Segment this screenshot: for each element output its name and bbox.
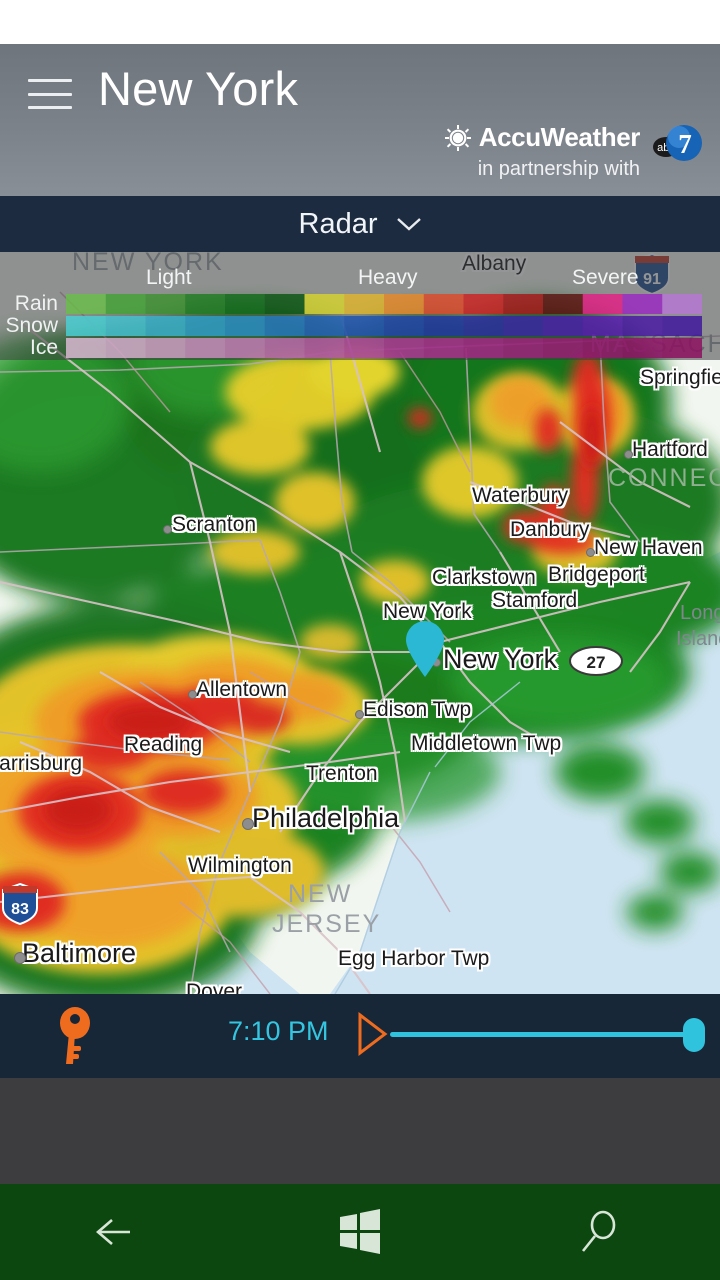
map-label-danbury: Danbury: [510, 518, 590, 541]
map-label-baltimore: Baltimore: [22, 938, 137, 968]
radar-layer-selector[interactable]: Radar: [0, 196, 720, 252]
key-icon[interactable]: [42, 1006, 100, 1066]
system-navigation-bar: [0, 1184, 720, 1280]
accuweather-brand: AccuWeather: [444, 122, 641, 153]
radar-legend: Light Heavy Severe Rain Snow Ice: [0, 252, 720, 360]
system-status-bar: [0, 0, 720, 44]
map-canvas: [0, 252, 720, 994]
map-label-connecticut: CONNEC: [608, 464, 720, 492]
page-title: New York: [98, 62, 299, 115]
search-icon: [581, 1210, 616, 1252]
city-dot-allentown: [188, 690, 197, 699]
legend-row-ice: Ice: [30, 336, 702, 359]
accuweather-brand-name: AccuWeather: [478, 122, 641, 152]
nav-search-button[interactable]: [480, 1184, 720, 1280]
nav-start-button[interactable]: [240, 1184, 480, 1280]
legend-row-label-rain: Rain: [14, 292, 58, 315]
svg-text:27: 27: [587, 653, 606, 672]
map-label-bridgeport: Bridgeport: [548, 563, 645, 586]
radar-frame-time: 7:10 PM: [228, 1016, 329, 1046]
map-label-harrisburg: Harrisburg: [0, 752, 83, 775]
accuweather-sun-icon: [444, 124, 471, 151]
map-label-stamford: Stamford: [492, 589, 578, 612]
city-dot-philadelphia: [242, 818, 254, 830]
map-label-reading: Reading: [124, 733, 203, 756]
city-dot-hartford: [624, 450, 633, 459]
radar-timeline-bar: 7:10 PM: [0, 994, 720, 1078]
legend-tick-heavy: Heavy: [358, 266, 418, 289]
map-label-island: Island: [676, 628, 720, 650]
abc7-logo: abc 7: [646, 120, 704, 170]
legend-rows: Rain Snow Ice: [5, 292, 702, 360]
windows-logo-icon: [340, 1209, 380, 1254]
map-label-new: NEW: [288, 880, 353, 908]
nav-back-button[interactable]: [0, 1184, 240, 1280]
radar-layer-label: Radar: [298, 207, 378, 240]
svg-text:83: 83: [11, 901, 29, 918]
legend-tick-light: Light: [146, 266, 192, 289]
app-root: New York AccuWeather in partnership with…: [0, 0, 720, 1280]
map-label-philadelphia: Philadelphia: [252, 803, 400, 833]
map-label-clarkstown: Clarkstown: [432, 566, 536, 589]
city-dot-new-haven: [586, 548, 595, 557]
city-dot-edison: [355, 710, 364, 719]
map-label-jersey: JERSEY: [272, 910, 382, 938]
legend-bar-snow: [66, 316, 702, 336]
map-label-waterbury: Waterbury: [472, 484, 569, 507]
map-label-middletown-twp: Middletown Twp: [411, 732, 562, 755]
map-label-long: Long: [680, 602, 720, 624]
brand-block: AccuWeather in partnership with abc 7: [302, 122, 702, 192]
map-label-new-haven: New Haven: [594, 536, 703, 559]
below-timeline-filler: [0, 1078, 720, 1184]
legend-bar-rain: [66, 294, 702, 314]
map-label-egg-harbor-twp: Egg Harbor Twp: [338, 947, 490, 970]
legend-bar-ice: [66, 338, 702, 358]
map-label-wilmington: Wilmington: [188, 854, 292, 877]
back-arrow-icon: [96, 1219, 130, 1245]
map-label-hartford: Hartford: [632, 438, 708, 461]
svg-text:7: 7: [678, 129, 692, 159]
city-dot-baltimore: [14, 952, 26, 964]
map-label-springfield: Springfield: [640, 366, 720, 389]
timeline-slider-track[interactable]: [390, 1032, 690, 1037]
legend-tick-severe: Severe: [572, 266, 639, 289]
map-label-dover: Dover: [186, 980, 243, 994]
legend-row-label-snow: Snow: [5, 314, 58, 337]
legend-row-snow: Snow: [5, 314, 702, 337]
legend-row-label-ice: Ice: [29, 336, 58, 359]
app-header: New York AccuWeather in partnership with…: [0, 44, 720, 196]
map-label-trenton: Trenton: [306, 762, 378, 785]
timeline-slider-thumb[interactable]: [683, 1018, 705, 1052]
hamburger-menu-icon[interactable]: [28, 79, 72, 109]
map-label-scranton: Scranton: [172, 513, 257, 536]
play-icon[interactable]: [356, 1011, 388, 1057]
legend-intensity-ticks: Light Heavy Severe: [0, 266, 720, 292]
current-location-pin[interactable]: [403, 620, 447, 678]
chevron-down-icon: [396, 217, 422, 232]
map-label-edison-twp: Edison Twp: [363, 698, 472, 721]
map-label-allentown: Allentown: [196, 678, 288, 701]
partnership-text: in partnership with: [477, 158, 640, 180]
map-label-new-york: New York: [443, 644, 558, 674]
radar-map[interactable]: Albany Springfield Hartford Waterbury Da…: [0, 252, 720, 994]
legend-row-rain: Rain: [15, 292, 702, 315]
city-dot-scranton: [163, 525, 172, 534]
